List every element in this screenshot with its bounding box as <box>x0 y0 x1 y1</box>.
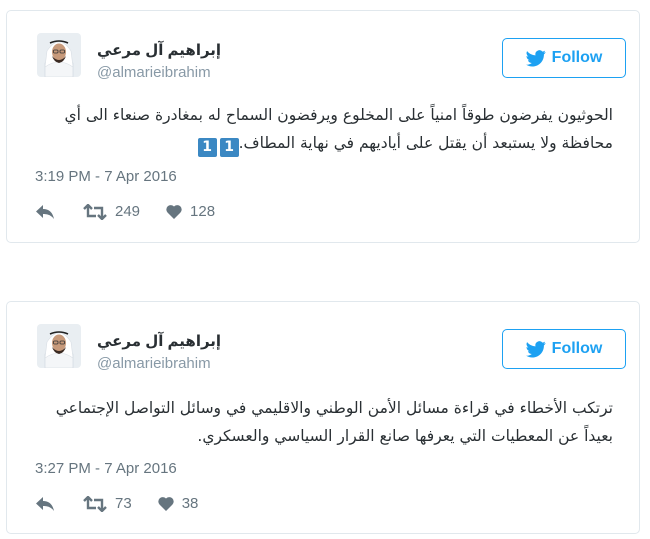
heart-icon <box>166 205 182 219</box>
author-name[interactable]: إبراهيم آل مرعي <box>97 41 221 59</box>
heart-icon <box>158 497 174 511</box>
follow-button[interactable]: Follow <box>502 38 626 78</box>
number-badge-icon: 1 <box>197 138 217 157</box>
retweet-count: 249 <box>115 203 141 220</box>
reply-button[interactable] <box>35 496 55 512</box>
tweet-text: الحوثيون يفرضون طوقاً امنياً على المخلوع… <box>33 101 613 157</box>
reply-icon <box>36 204 54 219</box>
reply-button[interactable] <box>35 204 55 220</box>
retweet-button[interactable]: 73 <box>83 495 132 512</box>
twitter-bird-icon <box>525 49 546 66</box>
like-count: 128 <box>190 203 216 220</box>
tweet-text-line: ترتكب الأخطاء في قراءة مسائل الأمن الوطن… <box>55 399 613 417</box>
number-badge-icon: 1 <box>219 138 239 157</box>
tweet-card: إبراهيم آل مرعي @almarieibrahim Follow ا… <box>6 10 640 243</box>
follow-button[interactable]: Follow <box>502 329 626 369</box>
author-name[interactable]: إبراهيم آل مرعي <box>97 332 221 350</box>
follow-label: Follow <box>551 49 603 66</box>
twitter-bird-icon <box>525 340 546 357</box>
tweet-text-line: الحوثيون يفرضون طوقاً امنياً على المخلوع… <box>64 106 613 124</box>
like-button[interactable]: 38 <box>158 495 199 512</box>
follow-label: Follow <box>551 340 603 357</box>
action-bar: 249 128 <box>35 203 215 220</box>
tweet-text-line: بعيداً عن المعطيات التي يعرفها صانع القر… <box>197 427 613 445</box>
like-count: 38 <box>181 495 199 512</box>
author-handle[interactable]: @almarieibrahim <box>97 355 211 372</box>
retweet-icon <box>83 495 107 512</box>
avatar[interactable] <box>37 33 81 77</box>
timestamp[interactable]: 3:19 PM - 7 Apr 2016 <box>35 168 177 185</box>
author-handle[interactable]: @almarieibrahim <box>97 64 211 81</box>
retweet-icon <box>83 203 107 220</box>
tweet-text-line-2: محافظة ولا يستبعد أن يقتل على أياديهم في… <box>33 129 613 157</box>
timestamp[interactable]: 3:27 PM - 7 Apr 2016 <box>35 460 177 477</box>
action-bar: 73 38 <box>35 495 198 512</box>
reply-icon <box>36 496 54 511</box>
tweet-text-line: محافظة ولا يستبعد أن يقتل على أياديهم في… <box>238 134 613 152</box>
tweet-text: ترتكب الأخطاء في قراءة مسائل الأمن الوطن… <box>33 394 613 450</box>
retweet-button[interactable]: 249 <box>83 203 140 220</box>
retweet-count: 73 <box>115 495 132 512</box>
like-button[interactable]: 128 <box>166 203 215 220</box>
tweet-card: إبراهيم آل مرعي @almarieibrahim Follow ت… <box>6 301 640 534</box>
avatar[interactable] <box>37 324 81 368</box>
